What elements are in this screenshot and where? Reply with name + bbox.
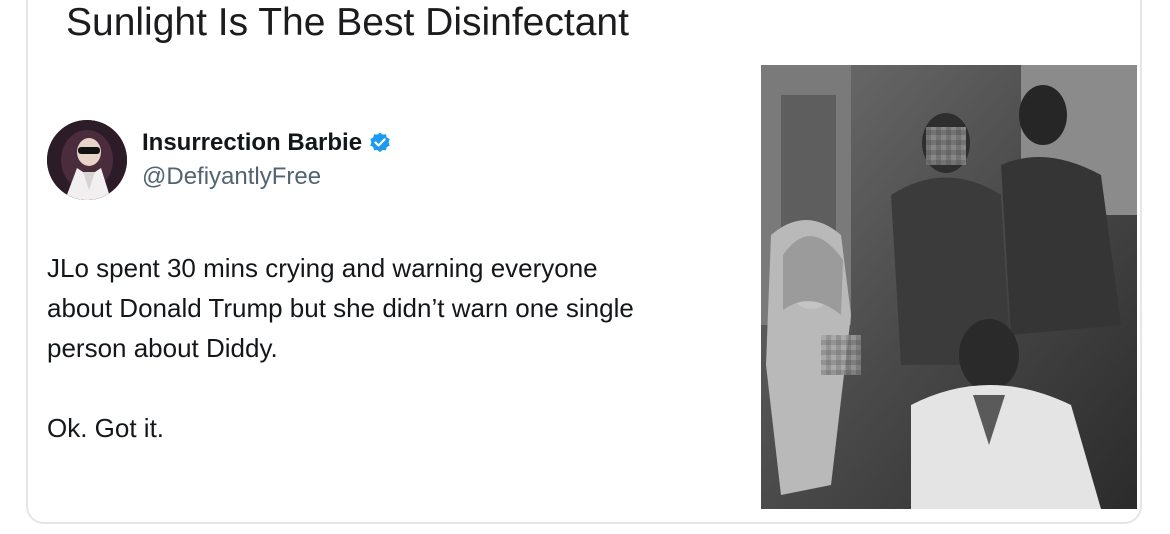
tweet-text-line: Ok. Got it. — [47, 413, 165, 443]
embedded-tweet-screenshot[interactable]: Insurrection Barbie @DefiyantlyFree JLo … — [30, 64, 745, 504]
author-name-text: Insurrection Barbie — [142, 129, 363, 156]
tweet-text-line: about Donald Trump but she didn’t warn o… — [47, 293, 634, 323]
photo-image — [761, 65, 1137, 509]
tweet-paragraph-gap — [47, 368, 747, 408]
author-name[interactable]: Insurrection Barbie — [142, 128, 392, 158]
attached-photo[interactable] — [761, 65, 1137, 509]
author-handle[interactable]: @DefiyantlyFree — [142, 162, 321, 192]
tweet-text: JLo spent 30 mins crying and warning eve… — [47, 248, 747, 448]
avatar-image — [47, 120, 127, 200]
post-title[interactable]: Sunlight Is The Best Disinfectant — [66, 0, 629, 46]
verified-badge-icon — [368, 131, 392, 155]
avatar[interactable] — [47, 120, 127, 200]
tweet-text-line: person about Diddy. — [47, 333, 278, 363]
tweet-text-line: JLo spent 30 mins crying and warning eve… — [47, 253, 598, 283]
